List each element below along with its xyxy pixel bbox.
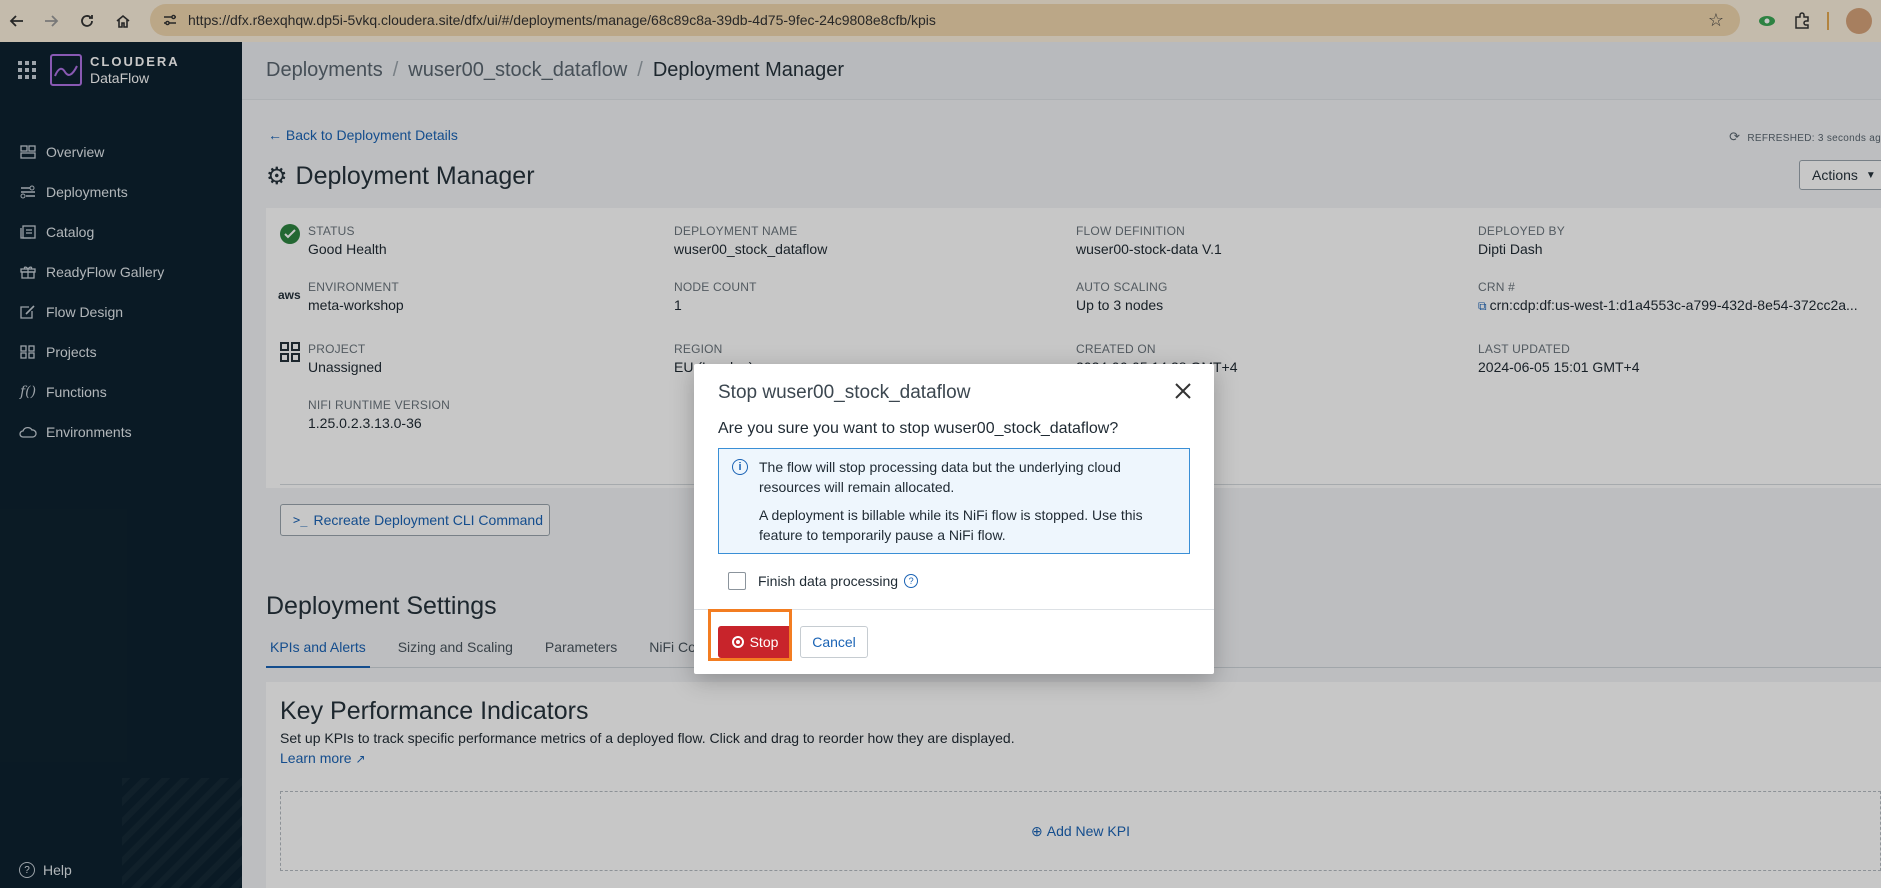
checkbox-label[interactable]: Finish data processing [758, 573, 898, 589]
cancel-button[interactable]: Cancel [800, 626, 868, 658]
info-icon: i [732, 459, 748, 475]
info-text-1: The flow will stop processing data but t… [759, 459, 1121, 495]
cancel-label: Cancel [812, 634, 856, 650]
help-circle-icon[interactable]: ? [904, 574, 919, 588]
dialog-question: Are you sure you want to stop wuser00_st… [718, 420, 1119, 437]
highlight-box [708, 609, 792, 661]
finish-processing-row: Finish data processing ? [728, 572, 919, 590]
stop-dialog: Stop wuser00_stock_dataflow Are you sure… [694, 364, 1214, 674]
finish-processing-checkbox[interactable] [728, 572, 746, 590]
info-text-2: A deployment is billable while its NiFi … [759, 507, 1143, 543]
close-icon[interactable] [1174, 380, 1192, 406]
info-notice: i The flow will stop processing data but… [718, 448, 1190, 554]
dialog-title: Stop wuser00_stock_dataflow [718, 382, 971, 403]
